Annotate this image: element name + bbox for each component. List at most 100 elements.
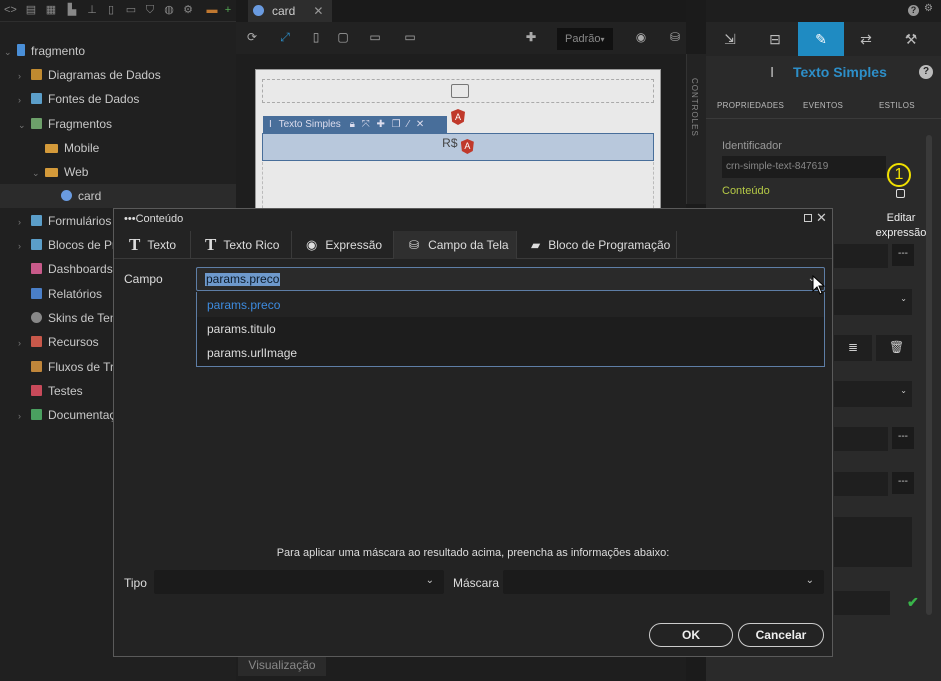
close-icon[interactable]: ✕ (816, 210, 827, 226)
more-button[interactable]: --- (892, 427, 914, 449)
visibility-icon[interactable]: ◉ (634, 30, 648, 44)
option-params-titulo[interactable]: params.titulo (207, 322, 276, 336)
copy-icon[interactable]: ❐ (392, 119, 401, 130)
checkmark-icon[interactable]: ✔ (907, 594, 919, 611)
type-select[interactable]: ⌄ (154, 570, 444, 594)
tree-item-testes[interactable]: Testes (28, 379, 83, 403)
more-button[interactable]: --- (892, 472, 914, 494)
tree-item-label: Fluxos de Tra (48, 360, 121, 374)
tree-item-relatorios[interactable]: Relatórios (28, 282, 102, 306)
edit-icon[interactable]: ✎ (798, 22, 844, 56)
enter-icon[interactable]: ⇲ (713, 22, 747, 56)
plugin-icon[interactable]: ⚙ (182, 4, 194, 16)
wand-icon[interactable]: ⁄ (407, 119, 409, 130)
menu-dots-icon[interactable]: ••• (124, 213, 136, 225)
close-tab-icon[interactable]: ✕ (313, 4, 323, 18)
tree-item-card[interactable]: card (0, 184, 236, 208)
tree-root[interactable]: ⌄ fragmento (0, 39, 85, 63)
database-icon[interactable]: ⛁ (668, 30, 682, 44)
help-icon[interactable]: ? (919, 65, 933, 79)
mobile-view-icon[interactable]: ▯ (309, 30, 323, 44)
field-select-value[interactable]: params.preco (205, 273, 281, 286)
tab-expressao[interactable]: ◉ Expressão (292, 231, 394, 259)
help-icon[interactable]: ? (908, 5, 919, 16)
tree-item-formularios[interactable]: › Formulários (18, 209, 111, 233)
tab-card[interactable]: card ✕ (248, 0, 332, 22)
property-select[interactable]: ⌄ (834, 289, 912, 315)
delete-icon[interactable]: ✕ (416, 119, 424, 130)
tab-bloco-de-programacao[interactable]: ▰ Bloco de Programação (517, 231, 677, 259)
lock-icon[interactable]: 🔒︎ (350, 119, 355, 130)
resize-icon[interactable]: ⤢ (278, 30, 292, 44)
identifier-input[interactable]: crn-simple-text-847619 (722, 156, 886, 178)
hierarchy-icon[interactable]: ⊥ (86, 4, 98, 16)
tree-view-icon[interactable]: ⊟ (758, 22, 792, 56)
text-icon: T (129, 235, 141, 254)
tools-icon[interactable]: ⚒ (894, 22, 928, 56)
tree-item-web[interactable]: ⌄ Web (32, 160, 88, 184)
palette-icon[interactable]: ◍ (163, 4, 175, 16)
tree-item-diagramas[interactable]: › Diagramas de Dados (18, 63, 161, 87)
add-component-icon[interactable]: ✚ (524, 30, 538, 44)
ok-button[interactable]: OK (649, 623, 733, 647)
move-icon[interactable]: ✚ (376, 119, 384, 130)
grid-icon[interactable]: ▦ (45, 4, 57, 16)
tree-item-recursos[interactable]: › Recursos (18, 330, 99, 354)
file-icon[interactable]: ▤ (25, 4, 37, 16)
design-canvas[interactable]: A Ι Texto Simples 🔒︎ ⤧ ✚ ❐ ⁄ ✕ R$ A (255, 69, 661, 219)
tree-item-dashboards[interactable]: Dashboards (28, 257, 113, 281)
tree-item-fluxos[interactable]: Fluxos de Tra (28, 355, 121, 379)
tree-item-fragmentos[interactable]: ⌄ Fragmentos (18, 112, 112, 136)
property-field[interactable] (834, 427, 888, 451)
swap-icon[interactable]: ⇄ (849, 22, 883, 56)
factory-icon[interactable]: ▙ (66, 4, 78, 16)
tab-propriedades[interactable]: PROPRIEDADES (717, 101, 784, 110)
mobile-icon[interactable]: ▯ (105, 4, 117, 16)
code-icon[interactable]: <> (4, 4, 17, 16)
tab-texto-rico[interactable]: T Texto Rico (191, 231, 292, 259)
field-select[interactable]: params.preco ⌄ (196, 267, 825, 291)
property-field[interactable] (834, 244, 888, 268)
orange-tool-icon[interactable]: ▬ (206, 4, 218, 16)
property-select[interactable]: ⌄ (834, 381, 912, 407)
view-mode-select[interactable]: Padrão▾ (557, 28, 613, 50)
mask-select[interactable]: ⌄ (503, 570, 824, 594)
desktop-view-icon[interactable]: ▭ (368, 30, 382, 44)
tree-item-skins[interactable]: Skins de Tem (28, 306, 120, 330)
add-icon[interactable]: + (222, 4, 234, 16)
tab-eventos[interactable]: EVENTOS (803, 101, 843, 110)
controls-label[interactable]: CONTROLES (690, 78, 699, 137)
tab-estilos[interactable]: ESTILOS (879, 101, 915, 110)
tab-texto[interactable]: T Texto (114, 231, 191, 259)
flow-icon (31, 361, 42, 372)
component-toolbar[interactable]: Ι Texto Simples 🔒︎ ⤧ ✚ ❐ ⁄ ✕ (263, 116, 447, 133)
properties-scrollbar[interactable] (926, 135, 932, 615)
option-params-preco[interactable]: params.preco (207, 298, 280, 312)
property-field[interactable] (834, 472, 888, 496)
selected-text-component[interactable]: R$ A (262, 133, 654, 161)
html5-icon[interactable]: ⛉ (144, 4, 156, 16)
tab-campo-da-tela[interactable]: ⛁ Campo da Tela (394, 231, 517, 259)
property-textarea[interactable] (834, 517, 912, 567)
property-field[interactable] (834, 591, 890, 615)
tablet-icon[interactable]: ▭ (125, 4, 137, 16)
tree-item-blocos[interactable]: › Blocos de Pro (18, 233, 123, 257)
option-params-urlimage[interactable]: params.urlImage (207, 346, 297, 360)
tree-item-fontes[interactable]: › Fontes de Dados (18, 87, 139, 111)
cancel-button[interactable]: Cancelar (738, 623, 824, 647)
trash-button[interactable]: 🗑︎ (876, 335, 912, 361)
wide-view-icon[interactable]: ▭ (403, 30, 417, 44)
edit-expression-label[interactable]: Editar expressão (867, 211, 935, 241)
dashboard-icon (31, 263, 42, 274)
refresh-icon[interactable]: ⟳ (245, 30, 259, 44)
image-placeholder[interactable] (262, 79, 654, 103)
maximize-icon[interactable] (804, 214, 812, 222)
more-button[interactable]: --- (892, 244, 914, 266)
align-justify-button[interactable]: ≣ (834, 335, 872, 361)
settings-icon[interactable]: ⚙ (924, 3, 933, 14)
tablet-view-icon[interactable]: ▢ (336, 30, 350, 44)
expand-icon[interactable]: ⤧ (362, 119, 370, 130)
preview-tab[interactable]: Visualização (238, 656, 326, 676)
edit-expression-icon[interactable] (896, 189, 905, 198)
tree-item-mobile[interactable]: Mobile (42, 136, 99, 160)
